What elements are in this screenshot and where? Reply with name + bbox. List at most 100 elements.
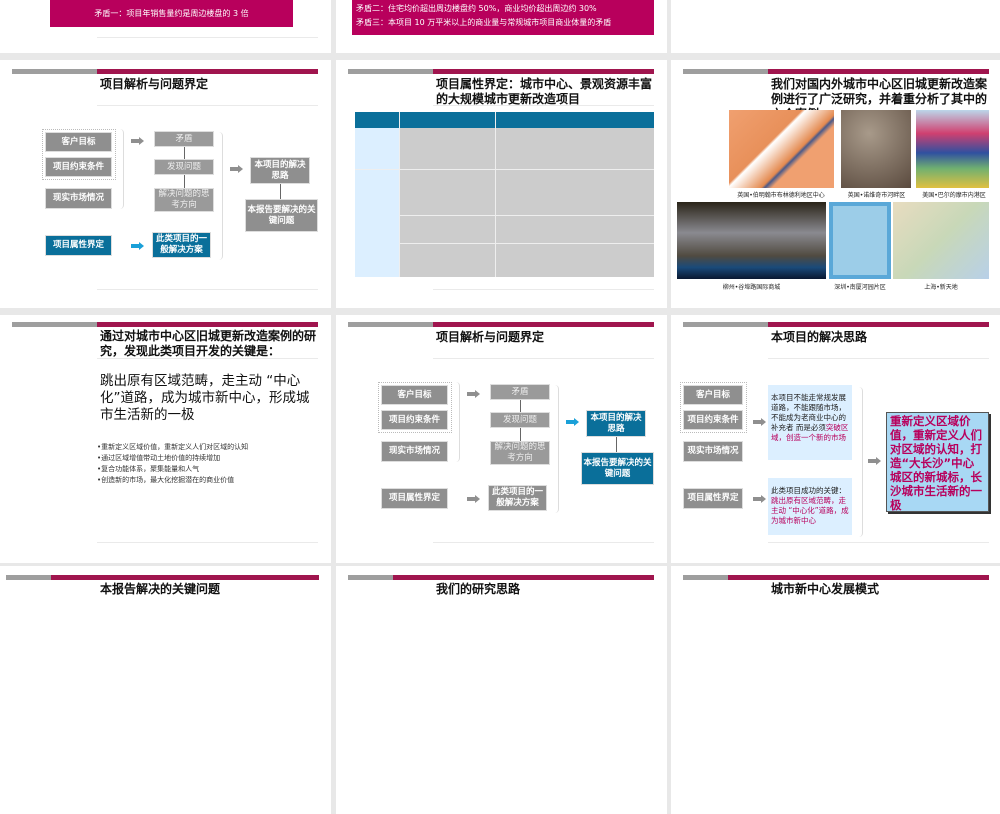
box-solution-idea: 本项目的解决思路 [250, 157, 310, 184]
divider [768, 358, 989, 359]
arrow-icon [230, 165, 243, 173]
box-key-issues: 本报告要解决的关键问题 [245, 199, 318, 232]
slide-title: 项目属性界定：城市中心、景观资源丰富的大规模城市更新改造项目 [436, 77, 653, 106]
slide-thumb-11[interactable]: 我们的研究思路 [336, 566, 667, 814]
box-constraints: 项目约束条件 [683, 410, 743, 430]
box-client-goal: 客户目标 [45, 132, 112, 152]
header-bar [348, 69, 433, 74]
box-find-problem: 发现问题 [490, 412, 550, 428]
bullet: •创造新的市场，最大化挖掘潜在的商业价值 [97, 476, 235, 484]
contradiction-banner: 矛盾二：住宅均价超出周边楼盘约 50%，商业均价超出周边约 30% 矛盾三：本项… [352, 0, 654, 35]
bullet: •复合功能体系，聚集能量和人气 [97, 465, 200, 473]
header-bar [768, 322, 989, 327]
plan-image [829, 202, 891, 279]
divider [97, 542, 318, 543]
divider [520, 400, 521, 412]
divider [768, 542, 989, 543]
header-bar [97, 69, 318, 74]
box-client-goal: 客户目标 [683, 385, 743, 405]
header-bar [683, 69, 768, 74]
divider [184, 147, 185, 159]
arrow-icon [131, 242, 144, 250]
header-bar [51, 575, 319, 580]
slide-title: 本项目的解决思路 [771, 330, 868, 344]
banner-line: 矛盾二：住宅均价超出周边楼盘约 50%，商业均价超出周边约 30% [356, 4, 597, 13]
slide-title: 通过对城市中心区旧城更新改造案例的研究，发现此类项目开发的关键是： [100, 329, 317, 358]
divider [97, 358, 318, 359]
arrow-icon [467, 495, 480, 503]
contradiction-banner: 矛盾一：项目年销售量约是周边楼盘的 3 倍 [50, 0, 293, 27]
divider [120, 129, 124, 209]
harbor-map-image [916, 110, 989, 188]
box-attribute: 项目属性界定 [381, 488, 448, 509]
attribute-table [355, 112, 654, 277]
box-general-solution: 此类项目的一般解决方案 [488, 485, 547, 511]
slide-title: 项目解析与问题界定 [100, 77, 209, 91]
banner-line: 矛盾三：本项目 10 万平米以上的商业量与常规城市项目商业体量的矛盾 [356, 18, 612, 27]
box-attribute: 项目属性界定 [683, 488, 743, 509]
header-bar [683, 322, 768, 327]
divider [97, 289, 318, 290]
box-direction: 解决问题的思考方向 [154, 188, 214, 212]
divider [433, 289, 654, 290]
header-bar [393, 575, 654, 580]
box-find-problem: 发现问题 [154, 159, 214, 175]
divider [219, 132, 223, 260]
header-bar [768, 69, 989, 74]
box-constraints: 项目约束条件 [381, 410, 448, 430]
box-market: 现实市场情况 [683, 441, 743, 462]
slide-thumb-1[interactable]: 矛盾一：项目年销售量约是周边楼盘的 3 倍 [0, 0, 331, 53]
box-market: 现实市场情况 [45, 188, 112, 209]
success-key-box: 此类项目成功的关键： 跳出原有区域范畴，走主动 “中心化”道路，成为城市新中心 [768, 478, 852, 535]
slide-thumb-6[interactable]: 我们对国内外城市中心区旧城更新改造案例进行了广泛研究，并着重分析了其中的六个案例… [671, 60, 1000, 308]
divider [280, 184, 281, 199]
divider [616, 437, 617, 452]
slide-title: 城市新中心发展模式 [771, 582, 880, 596]
box-contradiction: 矛盾 [490, 384, 550, 400]
slide-thumb-10[interactable]: 本报告解决的关键问题 [0, 566, 331, 814]
header-bar [6, 575, 51, 580]
arrow-icon [467, 390, 480, 398]
slide-thumb-5[interactable]: 项目属性界定：城市中心、景观资源丰富的大规模城市更新改造项目 [336, 60, 667, 308]
slide-title: 我们对国内外城市中心区旧城更新改造案例进行了广泛研究，并着重分析了其中的六个案例 [771, 77, 988, 110]
header-bar [433, 69, 654, 74]
divider [97, 37, 318, 38]
box-market: 现实市场情况 [381, 441, 448, 462]
caption: 英国•伯明翰市布林德利地区中心 [737, 192, 825, 199]
box-solution-idea: 本项目的解决思路 [586, 410, 646, 437]
bullet: •通过区域增值带动土地价值的持续增加 [97, 454, 221, 462]
arrow-icon [566, 418, 579, 426]
box-constraints: 项目约束条件 [45, 157, 112, 177]
aerial-image [841, 110, 911, 188]
header-bar [348, 575, 393, 580]
slide-thumb-8[interactable]: 项目解析与问题界定 客户目标 项目约束条件 现实市场情况 项目属性界定 矛盾 发… [336, 315, 667, 563]
divider [433, 542, 654, 543]
divider [97, 105, 318, 106]
header-bar [728, 575, 989, 580]
box-direction: 解决问题的思考方向 [490, 441, 550, 465]
header-bar [683, 575, 728, 580]
analysis-box: 本项目不能走常规发展道路，不能跟随市场，不能成为老商业中心的补充者 而是必须突破… [768, 385, 852, 460]
divider [859, 387, 863, 537]
caption: 英国•诺维奇市河畔区 [847, 192, 906, 199]
night-render-image [677, 202, 826, 279]
arrow-icon [868, 457, 881, 465]
slide-title: 本报告解决的关键问题 [100, 582, 221, 596]
bullet: •重新定义区域价值，重新定义人们对区域的认知 [97, 443, 249, 451]
slide-thumb-9[interactable]: 本项目的解决思路 客户目标 项目约束条件 现实市场情况 项目属性界定 本项目不能… [671, 315, 1000, 563]
slide-thumb-4[interactable]: 项目解析与问题界定 客户目标 项目约束条件 现实市场情况 项目属性界定 矛盾 发… [0, 60, 331, 308]
box-attribute: 项目属性界定 [45, 235, 112, 256]
slide-title: 我们的研究思路 [436, 582, 521, 596]
divider [520, 428, 521, 441]
arrow-icon [131, 137, 144, 145]
divider [456, 382, 460, 462]
slide-thumb-12[interactable]: 城市新中心发展模式 [671, 566, 1000, 814]
slide-thumb-3[interactable] [671, 0, 1000, 53]
caption: 柳州•谷埠路国际商城 [722, 284, 781, 291]
divider [433, 358, 654, 359]
slide-thumb-2[interactable]: 矛盾二：住宅均价超出周边楼盘约 50%，商业均价超出周边约 30% 矛盾三：本项… [336, 0, 667, 53]
map-image [729, 110, 834, 188]
box-client-goal: 客户目标 [381, 385, 448, 405]
slide-thumb-7[interactable]: 通过对城市中心区旧城更新改造案例的研究，发现此类项目开发的关键是： 跳出原有区域… [0, 315, 331, 563]
key-headline: 跳出原有区域范畴，走主动 “中心化”道路，成为城市新中心，形成城市生活新的一极 [100, 373, 310, 423]
